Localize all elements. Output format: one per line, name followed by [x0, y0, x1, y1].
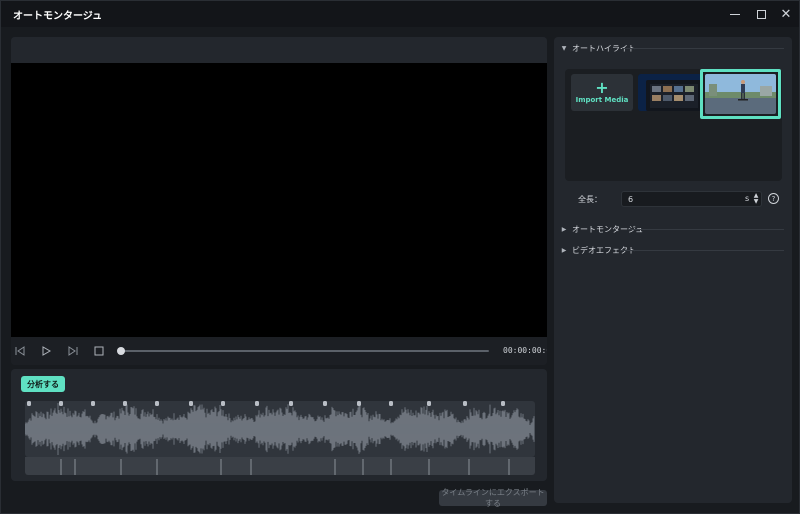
thumbnail-2-image: [705, 74, 776, 114]
beat-marker: [221, 401, 225, 406]
maximize-icon: [756, 9, 766, 19]
scrub-handle[interactable]: [117, 347, 125, 355]
caret-down-icon: ▼: [561, 45, 567, 52]
frame-strip-graphic: [60, 459, 510, 475]
beat-marker: [59, 401, 63, 406]
next-frame-button[interactable]: [66, 344, 80, 358]
close-button[interactable]: ✕: [776, 5, 796, 23]
playback-controls: 00:00:00:00: [11, 337, 547, 365]
beat-marker: [255, 401, 259, 406]
import-media-button[interactable]: + Import Media: [571, 74, 633, 111]
plus-icon: +: [595, 78, 609, 97]
beat-marker: [155, 401, 159, 406]
title-bar: オートモンタージュ ✕: [1, 1, 799, 27]
preview-panel: 00:00:00:00: [11, 37, 547, 365]
beat-marker: [463, 401, 467, 406]
section-divider: [622, 48, 784, 49]
auto-montage-window: オートモンタージュ ✕ 00:00:00:00 分析する: [0, 0, 800, 514]
thumbnail-1-image: [638, 74, 702, 111]
minimize-button[interactable]: [725, 5, 745, 23]
waveform-path: [25, 403, 535, 455]
beat-marker: [91, 401, 95, 406]
section-divider: [628, 229, 784, 230]
beat-marker: [27, 401, 31, 406]
section-divider: [620, 250, 784, 251]
audio-waveform[interactable]: [25, 401, 535, 457]
waveform-graphic: [25, 401, 535, 455]
stop-button[interactable]: [92, 344, 106, 358]
next-frame-icon: [68, 346, 78, 356]
chevron-down-icon: ▼: [753, 198, 759, 205]
close-icon: ✕: [780, 6, 792, 22]
prev-frame-icon: [15, 346, 25, 356]
beat-marker: [123, 401, 127, 406]
total-length-label: 全長：: [578, 195, 602, 204]
media-area: + Import Media: [565, 69, 782, 181]
length-unit: s: [745, 194, 750, 203]
scrub-bar[interactable]: [121, 350, 489, 352]
beat-marker: [357, 401, 361, 406]
maximize-button[interactable]: [751, 5, 771, 23]
beat-marker: [289, 401, 293, 406]
stop-icon: [94, 346, 104, 356]
play-button[interactable]: [39, 344, 53, 358]
caret-right-icon: ▶: [561, 247, 567, 254]
length-stepper[interactable]: ▲ ▼: [752, 191, 760, 207]
analysis-panel: 分析する: [11, 369, 547, 481]
settings-panel: ▼ オートハイライト + Import Media 全長： 6 s ▲ ▼ ? …: [554, 37, 792, 503]
import-media-label: Import Media: [575, 96, 629, 104]
beat-marker: [427, 401, 431, 406]
video-preview[interactable]: [11, 63, 547, 337]
total-length-input[interactable]: [621, 191, 762, 207]
window-title: オートモンタージュ: [13, 11, 103, 22]
media-thumbnail-1[interactable]: [638, 74, 702, 111]
beat-marker: [389, 401, 393, 406]
export-to-timeline-button[interactable]: タイムラインにエクスポートする: [439, 488, 547, 508]
timecode: 00:00:00:00: [503, 346, 547, 355]
analyze-button[interactable]: 分析する: [21, 376, 65, 392]
beat-marker: [501, 401, 505, 406]
beat-marker: [323, 401, 327, 406]
minimize-icon: [730, 13, 740, 15]
caret-right-icon: ▶: [561, 226, 567, 233]
help-circle-icon[interactable]: ?: [768, 193, 779, 204]
frame-strip[interactable]: [25, 457, 535, 475]
prev-frame-button[interactable]: [13, 344, 27, 358]
media-thumbnail-2[interactable]: [705, 74, 776, 114]
play-icon: [42, 346, 52, 356]
beat-marker: [189, 401, 193, 406]
preview-header: [11, 37, 547, 63]
